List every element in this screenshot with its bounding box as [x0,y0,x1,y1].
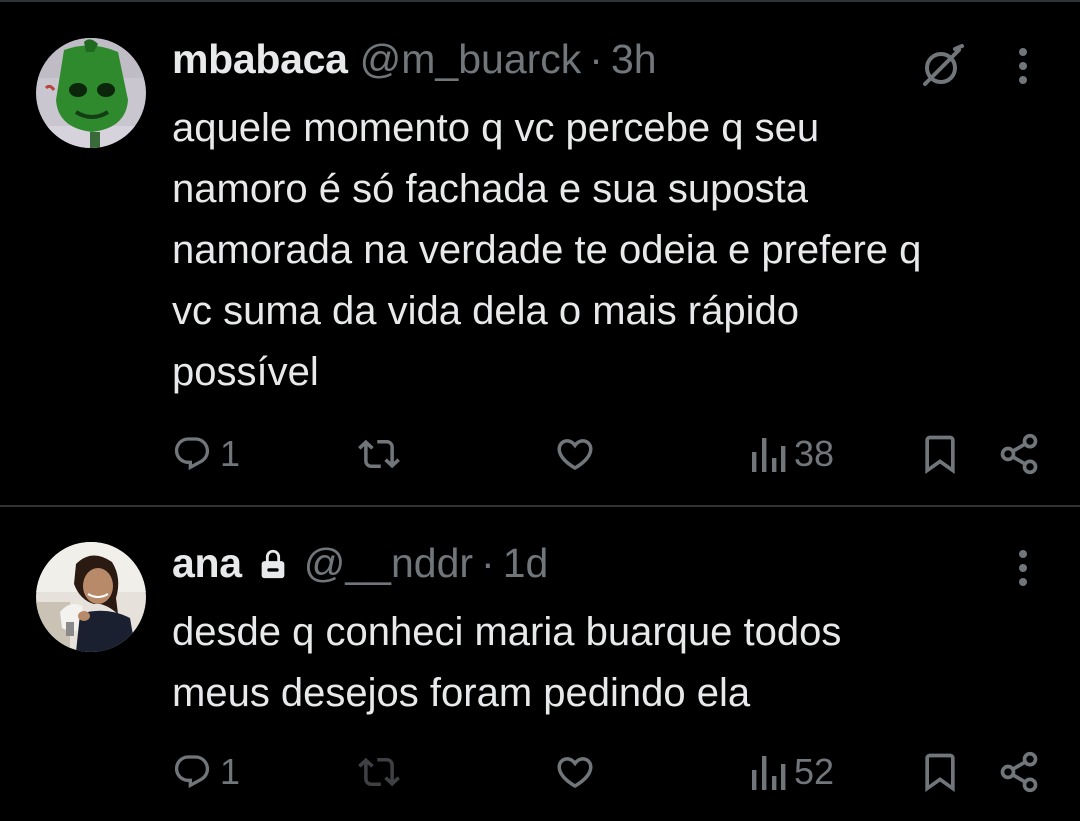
retweet-icon [358,757,400,787]
reply-icon [174,755,210,789]
user-handle[interactable]: @__nddr [304,540,473,587]
views-icon [752,756,786,790]
reply-icon [174,437,210,471]
avatar[interactable] [36,542,146,652]
bookmark-icon [925,753,955,793]
views-button[interactable]: 52 [750,742,834,802]
share-button[interactable] [997,424,1041,484]
like-icon [557,439,593,471]
reply-count: 1 [220,433,241,474]
more-options-button[interactable] [998,36,1048,96]
display-name[interactable]: ana [172,540,242,587]
separator-dot: · [589,36,603,82]
display-name[interactable]: mbabaca [172,36,348,83]
reply-count: 1 [220,751,241,792]
tweet-text: desde q conheci maria buarque todos meus… [172,610,842,715]
avatar[interactable] [36,38,146,148]
views-count: 38 [794,433,835,474]
action-bar: 1 52 [0,742,1080,802]
user-handle[interactable]: @m_buarck [360,36,582,83]
bookmark-icon [925,435,955,475]
tweet-text: aquele momento q vc percebe q seu namoro… [172,106,922,394]
tweet-header: mbabaca @m_buarck · 3h [172,36,657,96]
bookmark-button[interactable] [918,742,962,802]
reply-button[interactable]: 1 [172,424,240,484]
tweet-header: ana @__nddr · 1d [172,540,548,600]
more-icon [1019,550,1027,586]
tweet[interactable]: mbabaca @m_buarck · 3h aquele momento q … [0,0,1080,505]
bookmark-button[interactable] [918,424,962,484]
like-icon [557,757,593,789]
reply-button[interactable]: 1 [172,742,240,802]
separator-dot: · [481,540,495,586]
action-bar: 1 38 [0,424,1080,484]
share-button[interactable] [997,742,1041,802]
grok-button[interactable] [912,36,972,96]
tweet-divider [0,505,1080,507]
share-icon [1000,433,1038,475]
views-icon [752,438,786,472]
views-count: 52 [794,751,835,792]
grok-icon [923,44,964,86]
retweet-icon [358,439,400,469]
like-button[interactable] [554,424,596,484]
retweet-button[interactable] [358,742,400,802]
more-icon [1019,48,1027,84]
share-icon [1000,751,1038,793]
tweet[interactable]: ana @__nddr · 1d desde q conheci maria b… [0,508,1080,821]
retweet-button[interactable] [358,424,400,484]
more-options-button[interactable] [998,538,1048,598]
timestamp[interactable]: 3h [611,36,657,83]
lock-icon [261,549,285,579]
timestamp[interactable]: 1d [503,540,549,587]
like-button[interactable] [554,742,596,802]
views-button[interactable]: 38 [750,424,834,484]
